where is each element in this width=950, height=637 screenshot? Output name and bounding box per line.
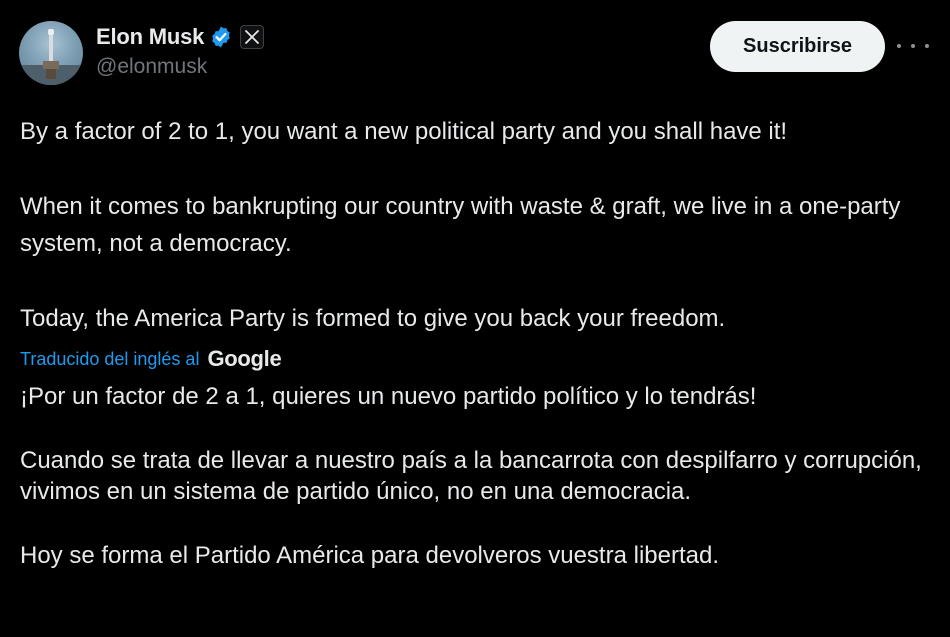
more-dot bbox=[911, 44, 915, 48]
author-handle[interactable]: @elonmusk bbox=[96, 55, 264, 79]
tweet-paragraph: By a factor of 2 to 1, you want a new po… bbox=[20, 118, 788, 145]
avatar[interactable] bbox=[19, 21, 83, 85]
rocket-avatar-image bbox=[19, 29, 83, 85]
display-name[interactable]: Elon Musk bbox=[96, 24, 204, 50]
tweet-paragraph: Today, the America Party is formed to gi… bbox=[20, 305, 726, 332]
translated-text: ¡Por un factor de 2 a 1, quieres un nuev… bbox=[20, 381, 932, 571]
translated-paragraph: Hoy se forma el Partido América para dev… bbox=[20, 542, 719, 569]
more-dot bbox=[897, 44, 901, 48]
name-row: Elon Musk bbox=[96, 23, 265, 51]
translated-paragraph: ¡Por un factor de 2 a 1, quieres un nuev… bbox=[20, 383, 757, 410]
more-dot bbox=[925, 44, 929, 48]
tweet-text: By a factor of 2 to 1, you want a new po… bbox=[20, 113, 932, 337]
subscribe-button[interactable]: Suscribirse bbox=[710, 21, 885, 72]
verified-badge-icon[interactable] bbox=[209, 25, 233, 49]
translation-credit-label[interactable]: Traducido del inglés al bbox=[20, 349, 199, 370]
more-horizontal-icon[interactable] bbox=[897, 36, 929, 56]
author-block: Elon Musk @elonmusk bbox=[96, 23, 265, 79]
translation-credit[interactable]: Traducido del inglés al Google bbox=[20, 346, 282, 372]
x-logo-icon[interactable] bbox=[240, 25, 265, 49]
google-logo: Google bbox=[207, 346, 282, 371]
tweet-header: Elon Musk @elonmusk Suscribirse bbox=[19, 20, 931, 86]
translated-paragraph: Cuando se trata de llevar a nuestro país… bbox=[20, 447, 922, 505]
tweet-paragraph: When it comes to bankrupting our country… bbox=[20, 193, 901, 257]
